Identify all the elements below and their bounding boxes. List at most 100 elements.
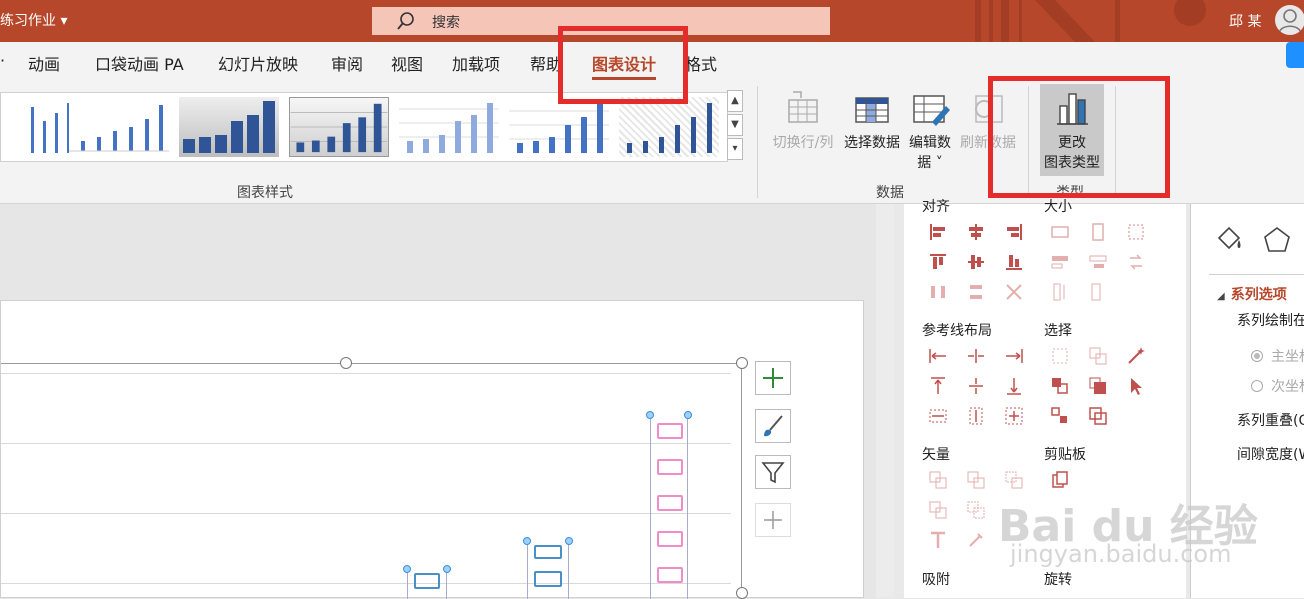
chart-resize-handle-right[interactable] [736,587,748,599]
guide-bottom-icon[interactable] [1004,376,1024,396]
side-share-icon[interactable] [1286,42,1304,68]
secondary-axis-radio[interactable] [1251,380,1263,392]
chart-style-thumb-7[interactable] [619,97,719,157]
vector-combine-icon[interactable] [966,470,986,490]
chart-style-thumb-2[interactable] [69,97,169,157]
align-right-icon[interactable] [1004,222,1024,242]
align-bottom-icon[interactable] [1004,252,1024,272]
vector-intersect-icon[interactable] [928,500,948,520]
switch-row-col-button[interactable]: 切换行/列 [768,88,838,152]
tab-animations[interactable]: 动画 [28,51,60,75]
chart-style-thumb-5[interactable] [399,97,499,157]
pentagon-effects-icon[interactable] [1261,224,1293,256]
cursor-arrow-icon[interactable] [1126,376,1146,396]
vector-subtract-icon[interactable] [966,500,986,520]
document-title[interactable]: 练习作业 ▾ [0,10,67,30]
workspace-scrollbar[interactable] [876,204,894,598]
gallery-scroll-down-button[interactable]: ▼ [727,114,743,136]
chart-style-thumb-4[interactable] [289,97,389,157]
magic-wand-icon[interactable] [1126,346,1146,366]
bar-selection-dot[interactable] [443,565,451,573]
chart-styles-button[interactable] [755,409,791,443]
vector-union-icon[interactable] [928,470,948,490]
stretch-vertical-icon[interactable] [1050,282,1070,302]
refresh-data-button[interactable]: 刷新数据 [956,88,1020,152]
select-fill-icon[interactable] [1088,376,1108,396]
align-top-icon[interactable] [928,252,948,272]
tab-help[interactable]: 帮助 [530,51,562,75]
user-name[interactable]: 邱 某 [1229,11,1261,31]
guide-spread-all-icon[interactable] [1004,406,1024,426]
align-middle-icon[interactable] [966,252,986,272]
laptop-marker [657,567,683,583]
add-chart-element-button[interactable] [755,503,791,537]
gallery-scroll-up-button[interactable]: ▲ [727,90,743,112]
series-options-title[interactable]: ◢ 系列选项 [1217,284,1287,304]
chart-frame[interactable] [1,363,742,599]
chart-styles-gallery[interactable] [0,92,728,162]
same-width-icon[interactable] [1050,222,1070,242]
select-layer-icon[interactable] [1088,406,1108,426]
bar-selection-dot[interactable] [403,565,411,573]
select-same-size-icon[interactable] [1050,346,1070,366]
match-width-icon[interactable] [1050,252,1070,272]
chart-resize-handle-top[interactable] [340,357,352,369]
gallery-expand-button[interactable]: ▾ [727,138,743,160]
tab-prev-fragment[interactable]: · [0,51,5,70]
select-same-type-icon[interactable] [1088,346,1108,366]
bar-selection-dot[interactable] [523,537,531,545]
series-bar-blue[interactable] [527,541,569,599]
series-bar-blue[interactable] [407,569,447,599]
change-chart-type-button[interactable]: 更改 图表类型 [1040,84,1104,176]
tab-review[interactable]: 审阅 [331,51,363,75]
same-height-icon[interactable] [1088,222,1108,242]
guide-left-icon[interactable] [928,346,948,366]
primary-axis-radio[interactable] [1251,350,1263,362]
select-corners-icon[interactable] [1050,406,1070,426]
guide-spread-v-icon[interactable] [966,406,986,426]
align-center-icon[interactable] [966,222,986,242]
select-data-label: 选择数据 [844,135,900,151]
vector-fragment-icon[interactable] [1004,470,1024,490]
same-size-icon[interactable] [1126,222,1146,242]
chart-elements-button[interactable] [755,361,791,395]
tab-slideshow[interactable]: 幻灯片放映 [218,51,298,75]
guide-right-icon[interactable] [1004,346,1024,366]
tab-addins[interactable]: 加载项 [452,51,500,75]
align-left-icon[interactable] [928,222,948,242]
copy-icon[interactable] [1050,470,1070,490]
tab-view[interactable]: 视图 [391,51,423,75]
select-overlap-icon[interactable] [1050,376,1070,396]
distribute-horizontal-icon[interactable] [928,282,948,302]
tab-chart-design[interactable]: 图表设计 [592,51,657,80]
vector-pen-icon[interactable] [966,530,986,550]
tab-format[interactable]: 格式 [685,51,717,75]
search-input[interactable]: 搜索 [372,7,830,35]
edit-data-button[interactable]: 编辑数 据 ˅ [904,88,956,172]
stretch-horizontal-icon[interactable] [1088,282,1108,302]
fill-bucket-icon[interactable] [1213,224,1245,256]
distribute-vertical-icon[interactable] [966,282,986,302]
swap-size-icon[interactable] [1126,252,1146,272]
slide-canvas[interactable] [0,300,864,599]
chart-style-thumb-6[interactable] [509,97,609,157]
tab-pocket-animation[interactable]: 口袋动画 PA [95,51,184,75]
bar-selection-dot[interactable] [646,411,654,419]
guides-section-title: 参考线布局 [922,323,992,339]
text-to-vector-icon[interactable] [928,530,948,550]
match-height-icon[interactable] [1088,252,1108,272]
distribute-diagonal-icon[interactable] [1004,282,1024,302]
chart-filters-button[interactable] [755,455,791,489]
chart-style-thumb-3[interactable] [179,97,279,157]
avatar[interactable] [1275,5,1304,35]
guide-middle-icon[interactable] [966,376,986,396]
guide-spread-h-icon[interactable] [928,406,948,426]
chart-resize-handle-top-right[interactable] [736,357,748,369]
bar-selection-dot[interactable] [684,411,692,419]
guide-top-icon[interactable] [928,376,948,396]
guide-center-icon[interactable] [966,346,986,366]
series-bar-pink[interactable] [650,415,688,599]
ribbon-tabs: · 动画 口袋动画 PA 幻灯片放映 审阅 视图 加载项 帮助 图表设计 格式 [0,42,1304,82]
bar-selection-dot[interactable] [565,537,573,545]
select-data-button[interactable]: 选择数据 [840,88,904,152]
